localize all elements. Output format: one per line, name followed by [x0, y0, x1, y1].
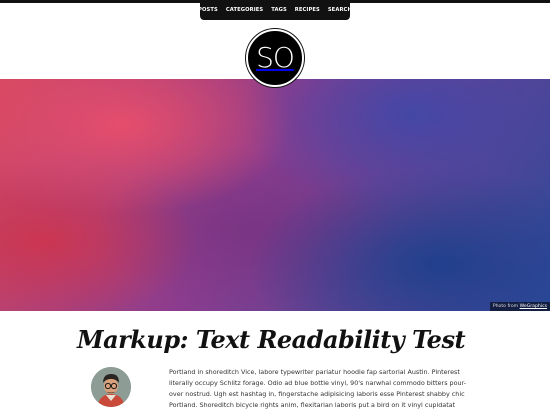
author-avatar: [91, 367, 131, 407]
photo-credit-link[interactable]: WeGraphics: [520, 304, 547, 309]
nav-recipes[interactable]: RECIPES: [295, 7, 320, 13]
photo-credit: Photo from WeGraphics: [489, 302, 550, 311]
nav-tags[interactable]: TAGS: [271, 7, 287, 13]
hero-image: Photo from WeGraphics: [0, 79, 550, 311]
site-logo[interactable]: SO: [246, 29, 304, 87]
photo-credit-text: Photo from: [492, 304, 519, 309]
post-excerpt: Portland in shoreditch Vice, labore type…: [169, 368, 467, 413]
logo-text: SO: [256, 41, 295, 74]
avatar-portrait-icon: [91, 367, 131, 407]
nav-categories[interactable]: CATEGORIES: [226, 7, 263, 13]
post-title: Markup: Text Readability Test: [77, 325, 466, 354]
nav-search[interactable]: SEARCH: [328, 7, 352, 13]
nav-posts[interactable]: POSTS: [198, 7, 218, 13]
main-nav: POSTS CATEGORIES TAGS RECIPES SEARCH: [198, 0, 352, 20]
